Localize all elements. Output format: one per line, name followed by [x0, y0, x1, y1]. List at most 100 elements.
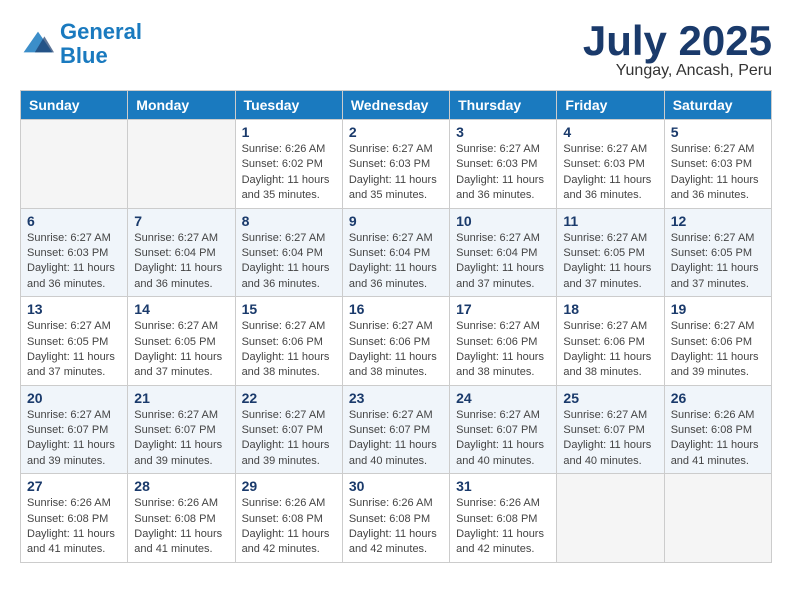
table-row: 20 Sunrise: 6:27 AM Sunset: 6:07 PM Dayli…	[21, 385, 128, 474]
day-number: 31	[456, 478, 550, 494]
day-info: Sunrise: 6:27 AM Sunset: 6:04 PM Dayligh…	[349, 231, 443, 293]
table-row: 17 Sunrise: 6:27 AM Sunset: 6:06 PM Dayli…	[450, 297, 557, 386]
day-info: Sunrise: 6:26 AM Sunset: 6:08 PM Dayligh…	[134, 496, 228, 558]
location-subtitle: Yungay, Ancash, Peru	[583, 62, 772, 80]
day-number: 14	[134, 301, 228, 317]
table-row: 22 Sunrise: 6:27 AM Sunset: 6:07 PM Dayli…	[235, 385, 342, 474]
day-number: 25	[563, 390, 657, 406]
table-row	[664, 474, 771, 563]
day-number: 1	[242, 124, 336, 140]
table-row: 30 Sunrise: 6:26 AM Sunset: 6:08 PM Dayli…	[342, 474, 449, 563]
day-number: 30	[349, 478, 443, 494]
table-row: 25 Sunrise: 6:27 AM Sunset: 6:07 PM Dayli…	[557, 385, 664, 474]
day-number: 13	[27, 301, 121, 317]
day-number: 27	[27, 478, 121, 494]
table-row: 13 Sunrise: 6:27 AM Sunset: 6:05 PM Dayli…	[21, 297, 128, 386]
table-row: 6Sunrise: 6:27 AM Sunset: 6:03 PM Daylig…	[21, 208, 128, 297]
day-info: Sunrise: 6:27 AM Sunset: 6:07 PM Dayligh…	[27, 408, 121, 470]
day-info: Sunrise: 6:27 AM Sunset: 6:03 PM Dayligh…	[563, 142, 657, 204]
day-info: Sunrise: 6:26 AM Sunset: 6:08 PM Dayligh…	[27, 496, 121, 558]
table-row: 11 Sunrise: 6:27 AM Sunset: 6:05 PM Dayli…	[557, 208, 664, 297]
calendar-week-row: 1Sunrise: 6:26 AM Sunset: 6:02 PM Daylig…	[21, 120, 772, 209]
calendar-week-row: 27 Sunrise: 6:26 AM Sunset: 6:08 PM Dayli…	[21, 474, 772, 563]
day-info: Sunrise: 6:27 AM Sunset: 6:07 PM Dayligh…	[242, 408, 336, 470]
day-number: 11	[563, 213, 657, 229]
table-row: 28 Sunrise: 6:26 AM Sunset: 6:08 PM Dayli…	[128, 474, 235, 563]
calendar-header-row: Sunday Monday Tuesday Wednesday Thursday…	[21, 91, 772, 120]
day-number: 10	[456, 213, 550, 229]
calendar-week-row: 20 Sunrise: 6:27 AM Sunset: 6:07 PM Dayli…	[21, 385, 772, 474]
table-row: 21 Sunrise: 6:27 AM Sunset: 6:07 PM Dayli…	[128, 385, 235, 474]
day-info: Sunrise: 6:27 AM Sunset: 6:04 PM Dayligh…	[134, 231, 228, 293]
col-saturday: Saturday	[664, 91, 771, 120]
logo-icon	[20, 30, 56, 58]
table-row: 23 Sunrise: 6:27 AM Sunset: 6:07 PM Dayli…	[342, 385, 449, 474]
day-number: 3	[456, 124, 550, 140]
day-number: 17	[456, 301, 550, 317]
table-row: 2Sunrise: 6:27 AM Sunset: 6:03 PM Daylig…	[342, 120, 449, 209]
day-info: Sunrise: 6:26 AM Sunset: 6:08 PM Dayligh…	[671, 408, 765, 470]
table-row	[128, 120, 235, 209]
table-row	[21, 120, 128, 209]
day-number: 16	[349, 301, 443, 317]
day-info: Sunrise: 6:27 AM Sunset: 6:05 PM Dayligh…	[671, 231, 765, 293]
day-number: 28	[134, 478, 228, 494]
calendar-week-row: 13 Sunrise: 6:27 AM Sunset: 6:05 PM Dayli…	[21, 297, 772, 386]
col-thursday: Thursday	[450, 91, 557, 120]
day-number: 23	[349, 390, 443, 406]
logo: General Blue	[20, 20, 142, 68]
day-info: Sunrise: 6:27 AM Sunset: 6:05 PM Dayligh…	[27, 319, 121, 381]
day-info: Sunrise: 6:27 AM Sunset: 6:03 PM Dayligh…	[671, 142, 765, 204]
day-number: 4	[563, 124, 657, 140]
day-number: 7	[134, 213, 228, 229]
day-info: Sunrise: 6:27 AM Sunset: 6:07 PM Dayligh…	[134, 408, 228, 470]
day-number: 12	[671, 213, 765, 229]
title-block: July 2025 Yungay, Ancash, Peru	[583, 20, 772, 80]
table-row: 8Sunrise: 6:27 AM Sunset: 6:04 PM Daylig…	[235, 208, 342, 297]
table-row: 19Sunrise: 6:27 AM Sunset: 6:06 PM Dayli…	[664, 297, 771, 386]
day-info: Sunrise: 6:26 AM Sunset: 6:08 PM Dayligh…	[456, 496, 550, 558]
day-info: Sunrise: 6:27 AM Sunset: 6:07 PM Dayligh…	[456, 408, 550, 470]
day-info: Sunrise: 6:27 AM Sunset: 6:03 PM Dayligh…	[27, 231, 121, 293]
day-info: Sunrise: 6:27 AM Sunset: 6:06 PM Dayligh…	[671, 319, 765, 381]
table-row: 27 Sunrise: 6:26 AM Sunset: 6:08 PM Dayli…	[21, 474, 128, 563]
table-row: 1Sunrise: 6:26 AM Sunset: 6:02 PM Daylig…	[235, 120, 342, 209]
table-row: 24 Sunrise: 6:27 AM Sunset: 6:07 PM Dayli…	[450, 385, 557, 474]
day-number: 20	[27, 390, 121, 406]
page-header: General Blue July 2025 Yungay, Ancash, P…	[20, 20, 772, 80]
day-number: 5	[671, 124, 765, 140]
calendar-week-row: 6Sunrise: 6:27 AM Sunset: 6:03 PM Daylig…	[21, 208, 772, 297]
day-info: Sunrise: 6:27 AM Sunset: 6:07 PM Dayligh…	[349, 408, 443, 470]
table-row: 4 Sunrise: 6:27 AM Sunset: 6:03 PM Daylig…	[557, 120, 664, 209]
col-monday: Monday	[128, 91, 235, 120]
day-number: 8	[242, 213, 336, 229]
table-row: 9 Sunrise: 6:27 AM Sunset: 6:04 PM Daylig…	[342, 208, 449, 297]
table-row	[557, 474, 664, 563]
col-wednesday: Wednesday	[342, 91, 449, 120]
day-number: 15	[242, 301, 336, 317]
day-info: Sunrise: 6:27 AM Sunset: 6:03 PM Dayligh…	[456, 142, 550, 204]
table-row: 12 Sunrise: 6:27 AM Sunset: 6:05 PM Dayli…	[664, 208, 771, 297]
col-friday: Friday	[557, 91, 664, 120]
day-info: Sunrise: 6:27 AM Sunset: 6:06 PM Dayligh…	[456, 319, 550, 381]
table-row: 5 Sunrise: 6:27 AM Sunset: 6:03 PM Daylig…	[664, 120, 771, 209]
day-number: 21	[134, 390, 228, 406]
calendar-table: Sunday Monday Tuesday Wednesday Thursday…	[20, 90, 772, 563]
table-row: 10Sunrise: 6:27 AM Sunset: 6:04 PM Dayli…	[450, 208, 557, 297]
day-info: Sunrise: 6:27 AM Sunset: 6:05 PM Dayligh…	[563, 231, 657, 293]
day-number: 22	[242, 390, 336, 406]
day-info: Sunrise: 6:27 AM Sunset: 6:07 PM Dayligh…	[563, 408, 657, 470]
day-number: 24	[456, 390, 550, 406]
day-number: 18	[563, 301, 657, 317]
day-number: 26	[671, 390, 765, 406]
day-info: Sunrise: 6:26 AM Sunset: 6:08 PM Dayligh…	[242, 496, 336, 558]
day-info: Sunrise: 6:27 AM Sunset: 6:06 PM Dayligh…	[563, 319, 657, 381]
month-title: July 2025	[583, 20, 772, 62]
day-info: Sunrise: 6:27 AM Sunset: 6:03 PM Dayligh…	[349, 142, 443, 204]
table-row: 18 Sunrise: 6:27 AM Sunset: 6:06 PM Dayli…	[557, 297, 664, 386]
table-row: 16Sunrise: 6:27 AM Sunset: 6:06 PM Dayli…	[342, 297, 449, 386]
table-row: 26 Sunrise: 6:26 AM Sunset: 6:08 PM Dayli…	[664, 385, 771, 474]
col-tuesday: Tuesday	[235, 91, 342, 120]
day-info: Sunrise: 6:26 AM Sunset: 6:08 PM Dayligh…	[349, 496, 443, 558]
day-number: 9	[349, 213, 443, 229]
